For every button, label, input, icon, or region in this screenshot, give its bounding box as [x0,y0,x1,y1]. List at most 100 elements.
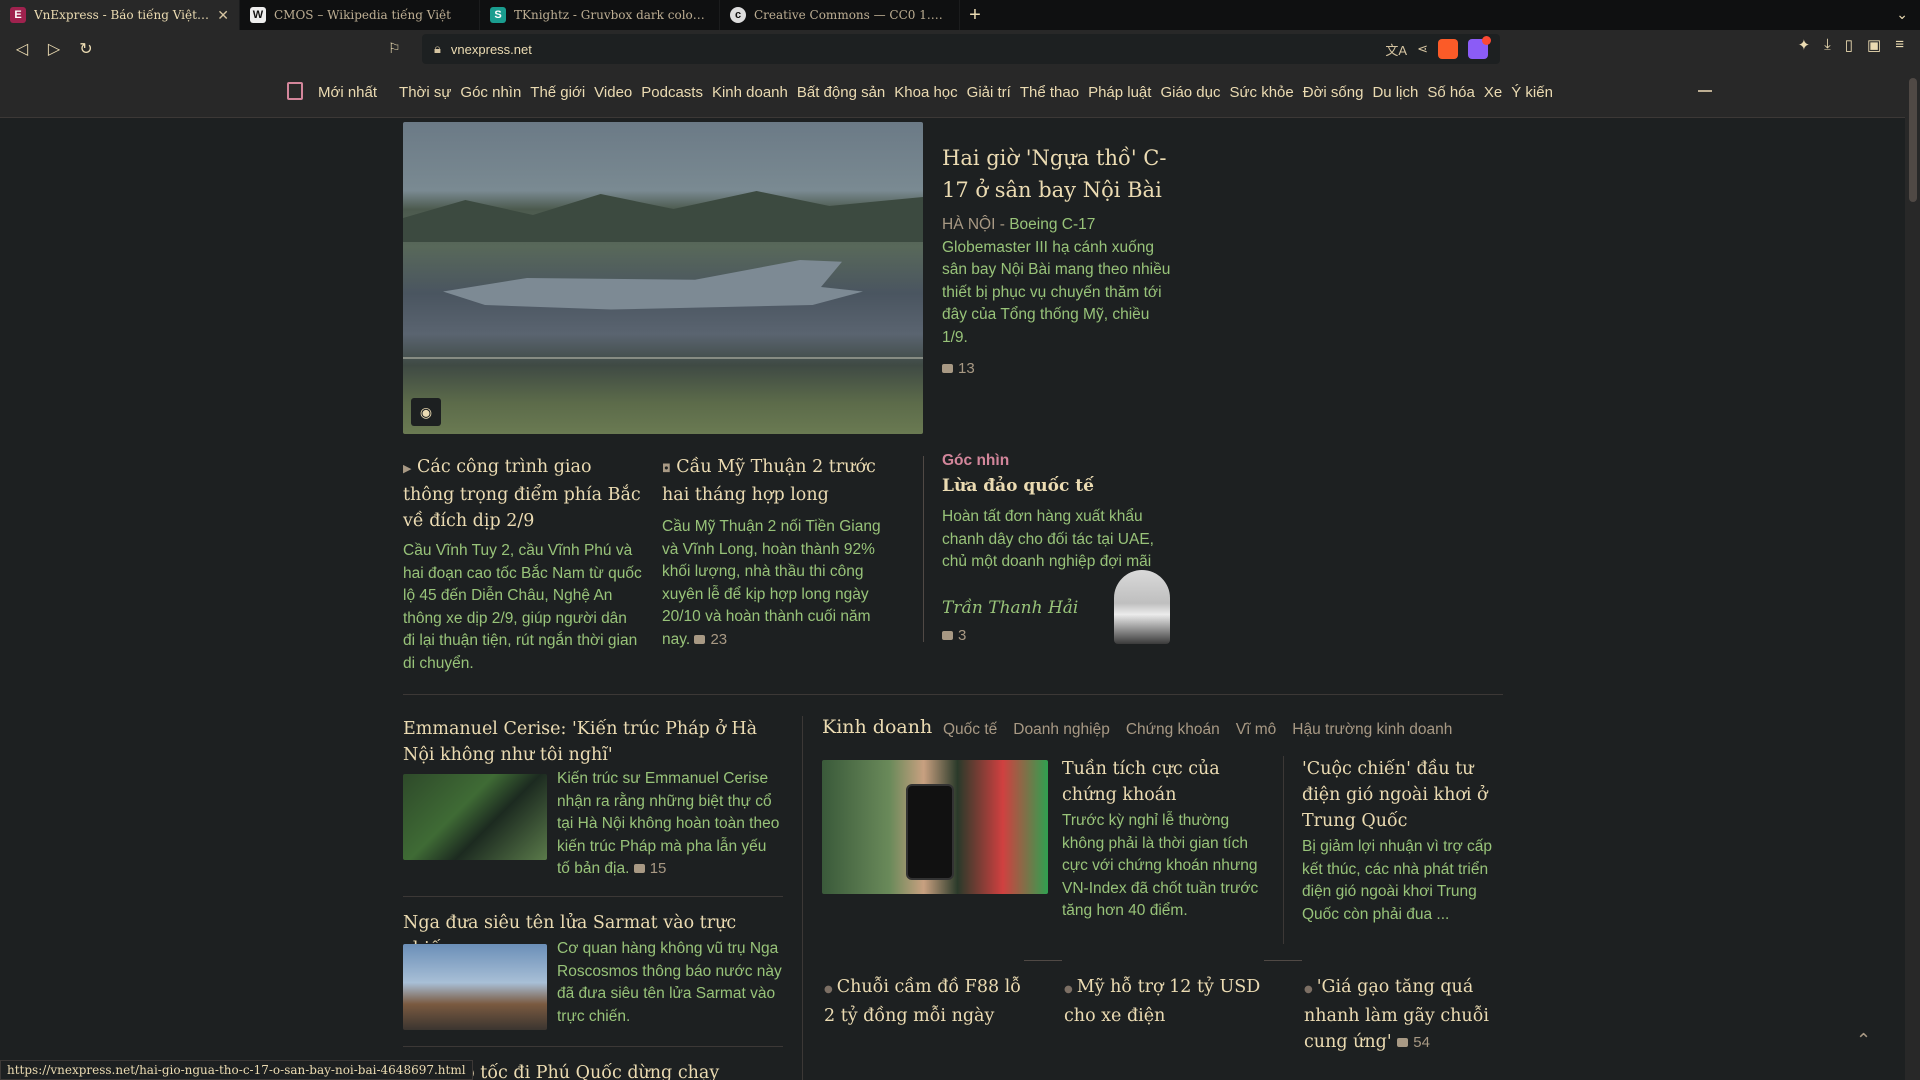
sub-story-1-title[interactable]: ▶ Các công trình giao thông trọng điểm p… [403,454,643,534]
nav-item[interactable]: Sức khỏe [1230,84,1294,101]
left-story-1-thumbnail[interactable] [403,774,547,860]
subsection-link[interactable]: Vĩ mô [1236,721,1276,739]
forward-icon[interactable]: ▷ [38,33,70,65]
business-bullet-2[interactable]: ● Mỹ hỗ trợ 12 tỷ USD cho xe điện [1064,974,1264,1029]
nav-item[interactable]: Đời sống [1303,84,1364,101]
opinion-author[interactable]: Trần Thanh Hải [942,598,1078,618]
left-story-1-lead: Kiến trúc sư Emmanuel Cerise nhận ra rằn… [557,768,782,881]
left-story-2-thumbnail[interactable] [403,944,547,1030]
divider [802,716,803,1080]
tab-title: VnExpress - Báo tiếng Việt nhiều người x… [34,8,209,22]
business-main-thumbnail[interactable] [822,760,1048,894]
left-story-1-title[interactable]: Emmanuel Cerise: 'Kiến trúc Pháp ở Hà Nộ… [403,716,783,768]
nav-item[interactable]: Thế giới [530,84,585,101]
tab-title: CMOS – Wikipedia tiếng Việt [274,8,451,22]
subsection-link[interactable]: Hậu trường kinh doanh [1292,721,1452,739]
bullet-icon: ● [1304,984,1313,995]
nav-item[interactable]: Ý kiến [1511,84,1553,101]
opinion-title[interactable]: Lừa đảo quốc tế [942,476,1094,496]
nav-item[interactable]: Kinh doanh [712,84,788,101]
scrollbar-track[interactable] [1905,68,1920,1080]
divider [1264,960,1302,961]
status-bar-url: https://vnexpress.net/hai-gio-ngua-tho-c… [0,1060,473,1080]
sub-story-2-title[interactable]: ◘ Cầu Mỹ Thuận 2 trước hai tháng hợp lon… [662,454,892,508]
subsection-link[interactable]: Chứng khoán [1126,721,1220,739]
menu-icon[interactable]: ≡ [1895,36,1904,54]
nav-item[interactable]: Góc nhìn [460,84,521,101]
aircraft-image [443,260,863,310]
subsection-link[interactable]: Quốc tế [943,721,997,739]
brave-shield-icon[interactable] [1438,39,1458,59]
tab-wikipedia[interactable]: W CMOS – Wikipedia tiếng Việt [240,0,480,30]
brave-rewards-icon[interactable] [1468,36,1491,59]
tab-title: Creative Commons — CC0 1.0 Universal [754,8,949,22]
business-bullet-1[interactable]: ● Chuỗi cầm đồ F88 lỗ 2 tỷ đồng mỗi ngày [824,974,1024,1029]
hero-title[interactable]: Hai giờ 'Ngựa thồ' C-17 ở sân bay Nội Bà… [942,142,1172,206]
divider [403,694,1503,695]
reload-icon[interactable]: ↻ [70,33,102,65]
nav-item[interactable]: Bất động sản [797,84,885,101]
opinion-lead: Hoàn tất đơn hàng xuất khẩu chanh dây ch… [942,508,1154,570]
tab-vnexpress[interactable]: E VnExpress - Báo tiếng Việt nhiều người… [0,0,240,30]
subsection-link[interactable]: Doanh nghiệp [1013,721,1110,739]
s-icon: S [490,7,506,23]
nav-item[interactable]: Khoa học [894,84,957,101]
nav-item[interactable]: Video [594,84,632,101]
tab-creative-commons[interactable]: c Creative Commons — CC0 1.0 Universal [720,0,960,30]
nav-item[interactable]: Giáo dục [1160,84,1220,101]
nav-item[interactable]: Xe [1484,84,1502,101]
comment-count: 23 [710,630,728,648]
nav-item[interactable]: Thời sự [399,84,451,101]
download-icon[interactable]: ⤓ [1824,36,1831,54]
opinion-comments[interactable]: 3 [942,627,966,644]
nav-item[interactable]: Số hóa [1427,84,1475,101]
vnexpress-icon: E [10,7,26,23]
comment-count: 3 [958,627,967,644]
sub-story-2-comments[interactable]: 23 [694,631,727,648]
sub-story-2-lead: Cầu Mỹ Thuận 2 nối Tiền Giang và Vĩnh Lo… [662,516,890,651]
nav-item[interactable]: Du lịch [1372,84,1418,101]
business-bullet-3[interactable]: ● 'Giá gạo tăng quá nhanh làm gãy chuỗi c… [1304,974,1504,1056]
translate-icon[interactable]: 文A [1385,40,1407,59]
nav-item[interactable]: Giải trí [967,84,1011,101]
browser-toolbar: ◁ ▷ ↻ ⚐ 🔒︎ vnexpress.net 文A ⋖ ✦ ⤓ ▯ ▣ ≡ [0,30,1920,68]
hamburger-icon[interactable] [1698,90,1712,92]
back-icon[interactable]: ◁ [6,33,38,65]
nav-item[interactable]: Thể thao [1020,84,1079,101]
opinion-section-label[interactable]: Góc nhìn [942,452,1009,470]
business-main-title[interactable]: Tuần tích cực của chứng khoán [1062,756,1242,808]
hero-image[interactable]: ◉ [403,122,923,434]
nav-item[interactable]: Podcasts [641,84,703,101]
business-side-title[interactable]: 'Cuộc chiến' đầu tư điện gió ngoài khơi … [1302,756,1502,834]
business-main-lead: Trước kỳ nghỉ lễ thường không phải là th… [1062,812,1259,919]
left-story-1-comments[interactable]: 15 [633,860,666,877]
site-navigation: Mới nhất Thời sự Góc nhìn Thế giới Video Podc… [0,68,1905,118]
close-icon[interactable]: ✕ [217,7,229,24]
sub-story-2-title-text: Cầu Mỹ Thuận 2 trước hai tháng hợp long [662,457,876,505]
divider [1283,756,1284,944]
sub-story-1-lead: Cầu Vĩnh Tuy 2, cầu Vĩnh Phú và hai đoạn… [403,542,642,672]
bookmark-icon[interactable]: ⚐ [388,40,401,57]
comment-icon [942,364,953,373]
comment-count: 13 [958,360,975,377]
hero-comments[interactable]: 13 [942,360,975,377]
nav-item[interactable]: Mới nhất [318,84,377,101]
divider [1024,960,1062,961]
nav-items: Mới nhất Thời sự Góc nhìn Thế giới Video Podc… [318,84,1562,101]
hero-lead: Boeing C-17 Globemaster III hạ cánh xuốn… [942,216,1171,346]
share-icon[interactable]: ⋖ [1417,41,1428,57]
bullet-3-comments[interactable]: 54 [1397,1034,1430,1051]
business-section-title[interactable]: Kinh doanh [822,716,932,738]
extensions-icon[interactable]: ✦ [1798,36,1811,54]
sidebar-icon[interactable]: ▯ [1845,36,1853,54]
wallet-icon[interactable]: ▣ [1867,36,1881,54]
new-tab-button[interactable]: + [960,0,990,30]
scrollbar-thumb[interactable] [1909,78,1917,202]
back-to-top-icon[interactable]: ⌃ [1856,1030,1871,1051]
nav-item[interactable]: Pháp luật [1088,84,1151,101]
tab-title: TKnightz - Gruvbox dark color scheme [514,8,709,22]
chevron-down-icon[interactable]: ⌄ [1896,6,1908,23]
tab-tknightz[interactable]: S TKnightz - Gruvbox dark color scheme [480,0,720,30]
author-avatar [1114,570,1170,644]
address-bar[interactable]: 🔒︎ vnexpress.net 文A ⋖ [422,34,1500,64]
